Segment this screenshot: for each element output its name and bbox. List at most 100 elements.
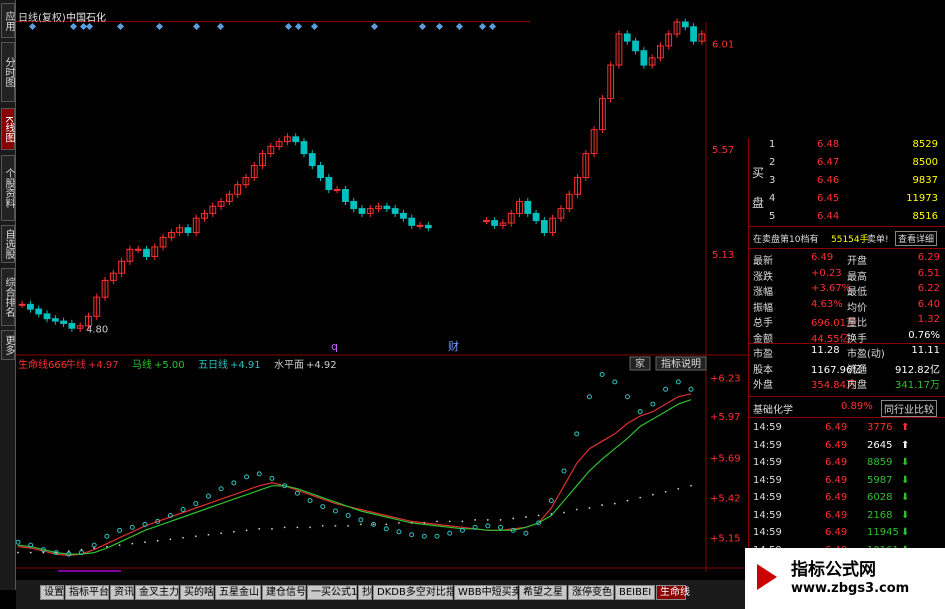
candle-body-3[interactable]	[43, 313, 51, 320]
event-marker-1[interactable]	[69, 22, 78, 31]
tab-14[interactable]: 生命线	[656, 585, 690, 600]
waterline-point-23	[309, 526, 311, 529]
marker-q[interactable]: q	[331, 340, 338, 353]
candle-body-2[interactable]	[35, 308, 43, 315]
sidebar-item-2[interactable]: K线图	[1, 108, 15, 150]
sidebar-item-6[interactable]: 更多	[1, 330, 15, 360]
event-marker-16[interactable]	[488, 22, 497, 31]
order-level: 4	[769, 193, 776, 204]
order-level: 1	[769, 139, 776, 150]
event-marker-12[interactable]	[418, 22, 427, 31]
candle-body-57[interactable]	[491, 220, 499, 226]
tab-10[interactable]: WBB中短买卖	[454, 585, 522, 600]
candle-body-73[interactable]	[623, 33, 631, 42]
event-marker-15[interactable]	[478, 22, 487, 31]
candle-body-44[interactable]	[383, 205, 391, 210]
quote-value-1: 11.28	[811, 345, 840, 356]
candle-body-80[interactable]	[681, 21, 689, 28]
order-row-3[interactable]: 4 6.45 11973	[749, 192, 945, 207]
sector-pct: 0.89%	[841, 401, 873, 412]
sidebar-item-5[interactable]: 综合排名	[1, 268, 15, 326]
candle-body-4[interactable]	[51, 318, 59, 322]
candle-body-48[interactable]	[416, 224, 424, 227]
candle-body-56[interactable]	[482, 220, 490, 223]
indicator-name[interactable]: 生命线666	[18, 358, 67, 371]
tab-4[interactable]: 买的啥	[180, 585, 214, 600]
candle-body-62[interactable]	[532, 212, 540, 222]
tick-volume: 2645	[867, 439, 893, 451]
candle-body-37[interactable]	[325, 177, 333, 190]
candle-body-81[interactable]	[690, 26, 697, 42]
candle-body-38[interactable]	[333, 188, 341, 191]
event-marker-13[interactable]	[435, 22, 444, 31]
candle-body-35[interactable]	[308, 153, 316, 167]
tab-7[interactable]: 一买公式1	[307, 585, 357, 600]
candle-body-46[interactable]	[400, 212, 407, 219]
tab-0[interactable]: 设置	[40, 585, 64, 600]
order-row-1[interactable]: 2 6.47 8500	[749, 156, 945, 171]
quote-value-2: 912.82亿	[895, 364, 940, 376]
event-marker-10[interactable]	[310, 22, 319, 31]
candle-body-63[interactable]	[540, 220, 548, 234]
candle-body-0[interactable]	[18, 303, 26, 306]
sidebar-item-1[interactable]: 分时图	[1, 42, 15, 102]
event-marker-8[interactable]	[284, 22, 293, 31]
waterline-point-20	[271, 527, 273, 530]
candle-body-5[interactable]	[60, 320, 67, 324]
tab-12[interactable]: 涨停变色	[568, 585, 614, 600]
tab-11[interactable]: 希望之星	[519, 585, 567, 600]
candle-body-40[interactable]	[350, 200, 358, 210]
candle-body-75[interactable]	[640, 50, 648, 66]
quote-row-7: 股本 1167.96亿 流通 912.82亿	[749, 360, 945, 376]
quote-value-1: +3.67%	[811, 283, 852, 294]
candle-body-61[interactable]	[524, 200, 532, 214]
order-row-0[interactable]: 1 6.48 8529	[749, 138, 945, 153]
event-marker-7[interactable]	[216, 22, 225, 31]
sidebar-item-4[interactable]: 自选股	[1, 225, 15, 263]
candle-body-34[interactable]	[300, 141, 308, 155]
waterline-point-7	[105, 545, 108, 548]
up-arrow-icon: ⬆	[901, 439, 910, 451]
candle-body-15[interactable]	[143, 248, 150, 257]
fiveday-point-53	[688, 386, 694, 392]
candle-body-74[interactable]	[632, 40, 639, 52]
event-marker-4[interactable]	[116, 22, 125, 31]
event-marker-11[interactable]	[370, 22, 379, 31]
tab-9[interactable]: DKDB多空对比指标	[373, 585, 466, 600]
quote-label-2: 开盘	[847, 256, 867, 267]
tab-5[interactable]: 五星金山	[215, 585, 261, 600]
detail-button[interactable]: 查看详细	[895, 231, 938, 246]
chart-area[interactable]: 6.01 5.57 5.13 4.80 q 财生命线666牛线 +4.97 马线 +5.00 五日…	[16, 0, 748, 572]
sidebar-item-0[interactable]: 应用	[1, 3, 15, 38]
candle-body-33[interactable]	[292, 136, 300, 143]
event-marker-14[interactable]	[455, 22, 464, 31]
event-marker-9[interactable]	[294, 22, 303, 31]
order-volume: 8500	[912, 157, 938, 168]
tab-13[interactable]: BEIBEI	[615, 585, 655, 600]
tab-3[interactable]: 金叉主力	[135, 585, 179, 600]
sidebar-item-3[interactable]: 个股资料	[1, 155, 15, 221]
candle-body-14[interactable]	[134, 248, 142, 251]
event-marker-3[interactable]	[85, 22, 94, 31]
order-row-2[interactable]: 3 6.46 9837	[749, 174, 945, 189]
candle-body-36[interactable]	[317, 165, 324, 179]
candle-body-47[interactable]	[408, 217, 416, 226]
candle-body-20[interactable]	[184, 227, 192, 234]
tab-2[interactable]: 资讯	[110, 585, 134, 600]
candle-body-1[interactable]	[27, 303, 34, 310]
order-row-4[interactable]: 5 6.44 8516	[749, 210, 945, 225]
tab-8[interactable]: 抄	[358, 585, 372, 600]
event-marker-5[interactable]	[155, 22, 164, 31]
tick-price: 6.49	[825, 509, 848, 521]
candle-body-6[interactable]	[68, 322, 76, 329]
event-marker-0[interactable]	[28, 22, 37, 31]
candle-body-39[interactable]	[342, 188, 349, 202]
candle-body-49[interactable]	[424, 224, 432, 229]
event-marker-6[interactable]	[192, 22, 201, 31]
candle-body-45[interactable]	[391, 208, 399, 214]
candle-body-41[interactable]	[358, 208, 366, 214]
tab-1[interactable]: 指标平台	[65, 585, 109, 600]
marker-finance[interactable]: 财	[448, 339, 459, 353]
sector-compare-button[interactable]: 同行业比较	[881, 400, 937, 417]
tab-6[interactable]: 建仓信号1	[262, 585, 312, 600]
